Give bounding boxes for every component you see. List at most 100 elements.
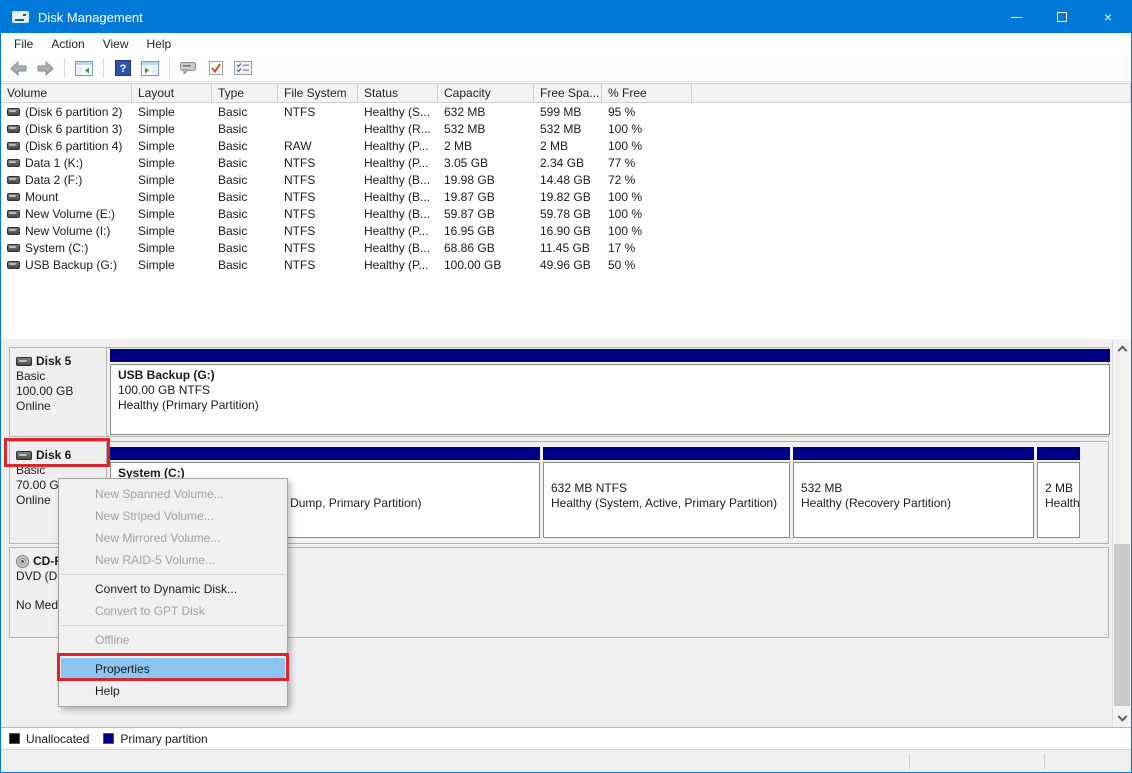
volume-list-rows: (Disk 6 partition 2)SimpleBasicNTFSHealt…: [1, 103, 1131, 273]
popup-menu-icon[interactable]: [178, 57, 200, 79]
column-header-7[interactable]: % Free: [602, 84, 692, 102]
scroll-up-icon[interactable]: [1113, 339, 1131, 355]
table-row[interactable]: Data 1 (K:)SimpleBasicNTFSHealthy (P...3…: [1, 154, 1131, 171]
toolbar-separator: [169, 59, 170, 77]
menu-item-view[interactable]: View: [94, 34, 138, 54]
help-icon[interactable]: ?: [112, 57, 134, 79]
cell-capacity: 59.87 GB: [438, 207, 534, 221]
partition[interactable]: 632 MB NTFSHealthy (System, Active, Prim…: [543, 447, 790, 538]
column-header-6[interactable]: Free Spa...: [534, 84, 602, 102]
partition-title: USB Backup (G:): [118, 368, 1109, 383]
legend-label: Primary partition: [120, 732, 207, 746]
cell-volume: USB Backup (G:): [1, 258, 132, 272]
menu-item-file[interactable]: File: [5, 34, 42, 54]
volume-icon: [7, 227, 20, 235]
cell-volume: (Disk 6 partition 3): [1, 122, 132, 136]
minimize-icon: [1011, 17, 1022, 18]
close-icon: ×: [1104, 9, 1112, 25]
cell-volume: (Disk 6 partition 4): [1, 139, 132, 153]
cell-file-system: NTFS: [278, 156, 358, 170]
cell-layout: Simple: [132, 224, 212, 238]
maximize-icon: [1057, 12, 1067, 22]
volume-name: Data 1 (K:): [25, 156, 83, 170]
back-icon[interactable]: [7, 57, 29, 79]
table-row[interactable]: New Volume (I:)SimpleBasicNTFSHealthy (P…: [1, 222, 1131, 239]
volume-name: (Disk 6 partition 2): [25, 105, 122, 119]
column-header-3[interactable]: File System: [278, 84, 358, 102]
volume-name: Data 2 (F:): [25, 173, 82, 187]
partition[interactable]: 2 MBHealthy (Primary Partition): [1037, 447, 1080, 538]
task-list-icon[interactable]: [232, 57, 254, 79]
cell--free: 100 %: [602, 139, 692, 153]
minimize-button[interactable]: [993, 1, 1039, 33]
table-row[interactable]: MountSimpleBasicNTFSHealthy (B...19.87 G…: [1, 188, 1131, 205]
scroll-down-icon[interactable]: [1113, 711, 1131, 727]
partition[interactable]: USB Backup (G:)100.00 GB NTFSHealthy (Pr…: [110, 349, 1110, 435]
cell-volume: System (C:): [1, 241, 132, 255]
table-row[interactable]: System (C:)SimpleBasicNTFSHealthy (B...6…: [1, 239, 1131, 256]
cell-volume: New Volume (I:): [1, 224, 132, 238]
cell-status: Healthy (P...: [358, 224, 438, 238]
cell-file-system: RAW: [278, 139, 358, 153]
cell-status: Healthy (P...: [358, 139, 438, 153]
cell--free: 50 %: [602, 258, 692, 272]
cell-capacity: 3.05 GB: [438, 156, 534, 170]
console-tree-icon[interactable]: [73, 57, 95, 79]
cell--free: 100 %: [602, 207, 692, 221]
cell-capacity: 68.86 GB: [438, 241, 534, 255]
cell-file-system: NTFS: [278, 241, 358, 255]
column-header-0[interactable]: Volume: [1, 84, 132, 102]
forward-icon[interactable]: [34, 57, 56, 79]
volume-name: USB Backup (G:): [25, 258, 117, 272]
cell-capacity: 19.98 GB: [438, 173, 534, 187]
volume-icon: [7, 244, 20, 252]
legend-swatch: [9, 733, 20, 744]
cell-layout: Simple: [132, 105, 212, 119]
table-row[interactable]: Data 2 (F:)SimpleBasicNTFSHealthy (B...1…: [1, 171, 1131, 188]
toolbar: ?: [1, 55, 1131, 82]
table-row[interactable]: New Volume (E:)SimpleBasicNTFSHealthy (B…: [1, 205, 1131, 222]
partition-title: [1045, 466, 1079, 481]
table-row[interactable]: (Disk 6 partition 2)SimpleBasicNTFSHealt…: [1, 103, 1131, 120]
maximize-button[interactable]: [1039, 1, 1085, 33]
table-row[interactable]: (Disk 6 partition 3)SimpleBasicHealthy (…: [1, 120, 1131, 137]
cell-type: Basic: [212, 224, 278, 238]
table-row[interactable]: (Disk 6 partition 4)SimpleBasicRAWHealth…: [1, 137, 1131, 154]
toolbar-separator: [64, 59, 65, 77]
cell-type: Basic: [212, 258, 278, 272]
legend-item-unallocated: Unallocated: [9, 732, 89, 746]
column-header-4[interactable]: Status: [358, 84, 438, 102]
context-menu-item-new-striped-volume: New Striped Volume...: [59, 505, 287, 527]
context-menu-item-convert-to-gpt-disk: Convert to GPT Disk: [59, 600, 287, 622]
cell-layout: Simple: [132, 156, 212, 170]
context-menu-item-new-mirrored-volume: New Mirrored Volume...: [59, 527, 287, 549]
disk-label-5[interactable]: Disk 5Basic100.00 GBOnline: [10, 348, 107, 436]
vertical-scrollbar[interactable]: [1112, 339, 1131, 727]
disk-name-text: Disk 6: [36, 448, 71, 463]
scrollbar-thumb[interactable]: [1114, 544, 1130, 706]
menu-item-help[interactable]: Help: [138, 34, 181, 54]
column-header-5[interactable]: Capacity: [438, 84, 534, 102]
menu-item-action[interactable]: Action: [42, 34, 93, 54]
cell-type: Basic: [212, 122, 278, 136]
context-menu-item-help[interactable]: Help: [59, 680, 287, 702]
legend-item-primary-partition: Primary partition: [103, 732, 207, 746]
menu-separator: [61, 625, 285, 626]
partition-size: 100.00 GB NTFS: [118, 383, 1109, 398]
close-button[interactable]: ×: [1085, 1, 1131, 33]
check-icon[interactable]: [205, 57, 227, 79]
column-header-2[interactable]: Type: [212, 84, 278, 102]
disk-management-window: Disk Management × FileActionViewHelp ?: [0, 0, 1132, 773]
volume-icon: [7, 142, 20, 150]
context-menu-item-convert-to-dynamic-disk[interactable]: Convert to Dynamic Disk...: [59, 578, 287, 600]
volume-icon: [7, 176, 20, 184]
column-header-1[interactable]: Layout: [132, 84, 212, 102]
context-menu-item-properties[interactable]: Properties: [61, 658, 285, 680]
cell-type: Basic: [212, 241, 278, 255]
partition[interactable]: 532 MBHealthy (Recovery Partition): [793, 447, 1034, 538]
primary-partition-strip: [110, 447, 540, 460]
table-row[interactable]: USB Backup (G:)SimpleBasicNTFSHealthy (P…: [1, 256, 1131, 273]
cd-rom-icon: [16, 555, 29, 568]
volume-name: Mount: [25, 190, 58, 204]
action-pane-icon[interactable]: [139, 57, 161, 79]
